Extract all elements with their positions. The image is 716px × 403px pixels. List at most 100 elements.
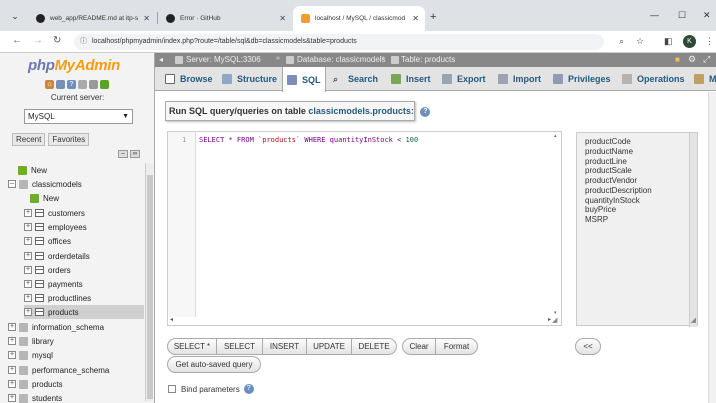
- link-with-main-icon[interactable]: ∞: [130, 150, 140, 158]
- new-tab-button[interactable]: +: [430, 11, 436, 23]
- browser-menu-icon[interactable]: ⋮: [705, 36, 714, 47]
- tab-structure[interactable]: Structure: [218, 67, 281, 91]
- expand-icon[interactable]: +: [8, 337, 16, 345]
- expand-icon[interactable]: +: [24, 223, 32, 231]
- reload-icon[interactable]: ↻: [53, 35, 61, 46]
- tree-table-payments[interactable]: + payments: [24, 277, 83, 291]
- scrollbar-thumb[interactable]: [147, 175, 153, 399]
- insert-column-button[interactable]: <<: [575, 338, 601, 355]
- tree-table-productlines[interactable]: + productlines: [24, 291, 91, 305]
- forward-icon[interactable]: →: [33, 35, 43, 46]
- column-option[interactable]: productLine: [585, 157, 652, 167]
- clear-button[interactable]: Clear: [402, 338, 436, 355]
- back-icon[interactable]: ←: [12, 35, 22, 46]
- scroll-left-icon[interactable]: ◂: [170, 316, 173, 323]
- tree-table-orderdetails[interactable]: + orderdetails: [24, 249, 90, 263]
- side-panel-icon[interactable]: ◧: [664, 36, 673, 47]
- minimize-icon[interactable]: —: [650, 10, 659, 20]
- editor-vertical-scrollbar[interactable]: ▴ ▾: [552, 132, 561, 317]
- tree-db-library[interactable]: + library: [8, 334, 54, 348]
- bind-parameters-option[interactable]: Bind parameters ?: [168, 384, 254, 394]
- tree-new-root[interactable]: New: [18, 163, 47, 177]
- expand-icon[interactable]: +: [24, 237, 32, 245]
- delete-button[interactable]: DELETE: [352, 338, 397, 355]
- column-option[interactable]: productName: [585, 147, 652, 157]
- expand-icon[interactable]: +: [8, 366, 16, 374]
- expand-icon[interactable]: +: [24, 294, 32, 302]
- resize-handle-icon[interactable]: ◢: [552, 316, 561, 325]
- nav-scrollbar[interactable]: [145, 163, 153, 401]
- logout-icon[interactable]: [56, 80, 65, 89]
- tab-operations[interactable]: Operations: [618, 67, 689, 91]
- close-tab-icon[interactable]: ✕: [279, 14, 286, 23]
- recent-tab[interactable]: Recent: [12, 133, 46, 146]
- expand-icon[interactable]: +: [24, 308, 32, 316]
- editor-horizontal-scrollbar[interactable]: ◂ ▸: [168, 316, 553, 325]
- tab-import[interactable]: Import: [494, 67, 545, 91]
- close-window-icon[interactable]: ✕: [703, 10, 711, 21]
- tree-new-table[interactable]: New: [30, 191, 59, 205]
- select-star-button[interactable]: SELECT *: [167, 338, 217, 355]
- tab-search-chevron-icon[interactable]: ⌄: [8, 9, 22, 23]
- scroll-up-icon[interactable]: ▴: [554, 133, 557, 139]
- phpmyadmin-logo[interactable]: phpMyAdmin: [28, 57, 120, 74]
- column-option[interactable]: productVendor: [585, 176, 652, 186]
- tab-browse[interactable]: Browse: [161, 67, 217, 91]
- profile-avatar[interactable]: K: [683, 35, 696, 48]
- sql-docs-icon[interactable]: [78, 80, 87, 89]
- column-option[interactable]: quantityInStock: [585, 196, 652, 206]
- select-button[interactable]: SELECT: [217, 338, 263, 355]
- server-select[interactable]: MySQL ▼: [24, 109, 133, 124]
- tab-sql[interactable]: SQL: [282, 67, 326, 92]
- tree-db-performance-schema[interactable]: + performance_schema: [8, 363, 109, 377]
- breadcrumb-server[interactable]: Server: MySQL:3306: [186, 55, 261, 64]
- sql-query-editor[interactable]: 1 SELECT * FROM `products` WHERE quantit…: [167, 131, 562, 326]
- tab-search[interactable]: ⌕ Search: [329, 67, 382, 91]
- bind-parameters-checkbox[interactable]: [168, 385, 176, 393]
- sql-query-text[interactable]: SELECT * FROM `products` WHERE quantityI…: [199, 136, 418, 144]
- breadcrumb-database[interactable]: Database: classicmodels: [297, 55, 385, 64]
- browser-tab-github-error[interactable]: Error · GitHub ✕: [158, 6, 292, 31]
- settings-gear-icon[interactable]: ⚙: [688, 54, 696, 65]
- breadcrumb-table[interactable]: Table: products: [401, 55, 455, 64]
- tree-table-orders[interactable]: + orders: [24, 263, 71, 277]
- tree-db-products[interactable]: + products: [8, 377, 63, 391]
- column-option[interactable]: MSRP: [585, 215, 652, 225]
- tree-table-offices[interactable]: + offices: [24, 234, 71, 248]
- tree-table-employees[interactable]: + employees: [24, 220, 87, 234]
- update-button[interactable]: UPDATE: [307, 338, 352, 355]
- reload-nav-icon[interactable]: [100, 80, 109, 89]
- expand-icon[interactable]: +: [24, 266, 32, 274]
- expand-icon[interactable]: +: [8, 380, 16, 388]
- expand-icon[interactable]: +: [24, 209, 32, 217]
- site-info-icon[interactable]: ⓘ: [80, 34, 87, 50]
- tab-export[interactable]: Export: [438, 67, 490, 91]
- favorites-tab[interactable]: Favorites: [48, 133, 90, 146]
- expand-icon[interactable]: ⤢: [703, 54, 710, 65]
- home-icon[interactable]: ⌂: [45, 80, 54, 89]
- tab-more[interactable]: M: [690, 67, 716, 91]
- columns-list[interactable]: productCode productName productLine prod…: [576, 132, 698, 327]
- url-field[interactable]: ⓘ localhost/phpmyadmin/index.php?route=/…: [74, 34, 604, 50]
- collapse-all-icon[interactable]: –: [118, 150, 128, 158]
- collapse-icon[interactable]: –: [8, 180, 16, 188]
- tab-privileges[interactable]: Privileges: [549, 67, 615, 91]
- close-tab-icon[interactable]: ✕: [412, 14, 419, 23]
- help-icon[interactable]: ?: [243, 384, 254, 394]
- expand-icon[interactable]: +: [24, 252, 32, 260]
- tree-db-mysql[interactable]: + mysql: [8, 348, 53, 362]
- zoom-icon[interactable]: ⌕: [619, 36, 624, 47]
- tree-db-students[interactable]: + students: [8, 391, 62, 403]
- help-icon[interactable]: ?: [420, 106, 431, 117]
- collapse-nav-icon[interactable]: ◂: [159, 55, 163, 64]
- columns-scrollbar[interactable]: [689, 133, 697, 327]
- get-auto-saved-query-button[interactable]: Get auto-saved query: [167, 356, 261, 373]
- close-tab-icon[interactable]: ✕: [143, 14, 150, 23]
- expand-icon[interactable]: +: [24, 280, 32, 288]
- tree-table-products[interactable]: + products: [24, 305, 144, 319]
- tree-table-customers[interactable]: + customers: [24, 206, 85, 220]
- browser-tab-readme[interactable]: web_app/README.md at itp-s ✕: [28, 6, 156, 31]
- expand-icon[interactable]: +: [8, 394, 16, 402]
- column-option[interactable]: productScale: [585, 166, 652, 176]
- docs-icon[interactable]: ?: [67, 80, 76, 89]
